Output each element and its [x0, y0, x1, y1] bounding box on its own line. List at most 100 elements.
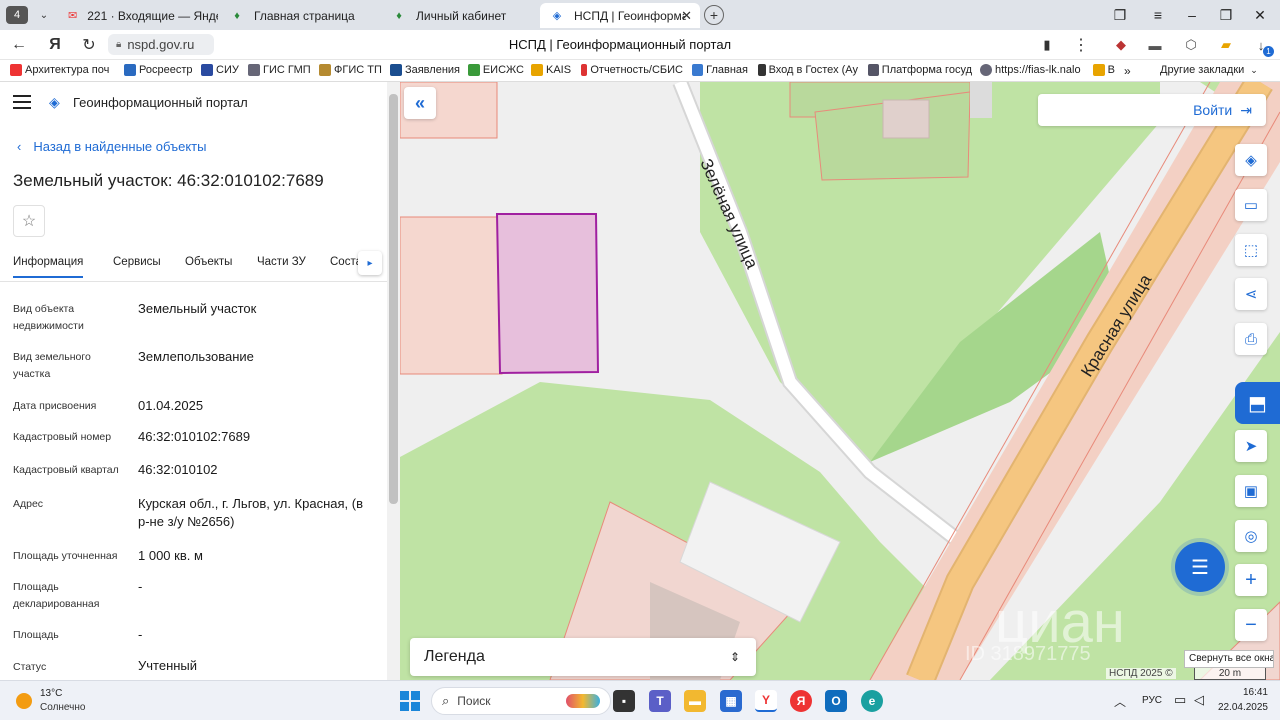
restore-icon[interactable]: ❐	[1214, 5, 1238, 25]
chart-icon	[468, 64, 480, 76]
close-tab-icon[interactable]: ✕	[681, 8, 692, 24]
network-icon[interactable]: ▭	[1174, 692, 1186, 708]
bookmark-item[interactable]: Вход в Гостех (Ау	[758, 64, 858, 76]
bookmarks-overflow[interactable]: »	[1124, 64, 1138, 78]
share-button[interactable]: ⋖	[1235, 278, 1267, 310]
tab-parts[interactable]: Части ЗУ	[257, 256, 306, 268]
folder-icon[interactable]: ▰	[1215, 35, 1237, 55]
bookmark-item[interactable]: Архитектура поч	[10, 64, 118, 76]
extension-icon[interactable]: ▬	[1144, 35, 1166, 55]
tabs-dropdown-icon[interactable]: ⌄	[34, 6, 54, 24]
panel-scrollbar-thumb[interactable]	[389, 94, 398, 504]
collapse-panel-button[interactable]: «	[404, 87, 436, 119]
teams-icon[interactable]: T	[649, 690, 671, 712]
bookmark-item[interactable]: Росреестр	[124, 64, 196, 76]
bookmark-icon[interactable]: ▮	[1036, 35, 1058, 55]
ruler-button[interactable]: ▭	[1235, 189, 1267, 221]
minimize-icon[interactable]: –	[1180, 5, 1204, 25]
bookmark-item[interactable]: ЕИСЖС	[468, 64, 524, 76]
store-icon[interactable]: ▦	[720, 690, 742, 712]
layers-button[interactable]: ◈	[1235, 144, 1267, 176]
language-indicator[interactable]: РУС	[1142, 695, 1162, 706]
reload-icon[interactable]: ↻	[78, 35, 100, 55]
bookmark-item[interactable]: Отчетность/СБИС	[581, 64, 683, 76]
bookmark-item[interactable]: В	[1093, 64, 1115, 76]
yandex-icon[interactable]: Я	[790, 690, 812, 712]
clock-date[interactable]: 22.04.2025	[1214, 702, 1268, 713]
bookmark-item[interactable]: ГИС ГМП	[248, 64, 312, 76]
tabs-scroll-right-button[interactable]: ▸	[358, 251, 382, 275]
url-field[interactable]: 🔒︎ nspd.gov.ru	[108, 34, 214, 55]
bookmark-item[interactable]: KAIS	[531, 64, 573, 76]
field-label: Кадастровый квартал	[13, 464, 119, 476]
more-menu-icon[interactable]: ⋮	[1070, 35, 1092, 55]
map-view[interactable]: Зелёная улица Красная улица циан ID 3189…	[400, 82, 1280, 680]
minus-icon: −	[1245, 613, 1257, 636]
start-icon[interactable]	[400, 691, 420, 711]
chat-button[interactable]: ☰	[1175, 542, 1225, 592]
mail-icon	[531, 64, 543, 76]
back-link[interactable]: ‹ Назад в найденные объекты	[17, 139, 206, 154]
login-button[interactable]: Войти ⇥	[1038, 94, 1266, 126]
clock-time[interactable]: 16:41	[1232, 687, 1268, 698]
select-area-button[interactable]: ⬚	[1235, 234, 1267, 266]
tab-personal-cabinet[interactable]: ♦ Личный кабинет	[382, 3, 538, 28]
tab-mail[interactable]: ✉ 221 · Входящие — Яндекс	[58, 3, 218, 28]
selected-parcel	[495, 213, 600, 375]
bookmark-item[interactable]: Заявления	[390, 64, 460, 76]
tab-objects[interactable]: Объекты	[185, 256, 232, 268]
extension-icon[interactable]: ◆	[1110, 35, 1132, 55]
hamburger-menu-icon[interactable]	[13, 95, 31, 109]
tab-bar: Информация Сервисы Объекты Части ЗУ Сост…	[0, 250, 387, 282]
tab-nspd[interactable]: ◈ НСПД | Геоинформацио ✕	[540, 3, 700, 28]
download-icon[interactable]: ↓ 1	[1250, 35, 1274, 57]
select-area-icon: ⬚	[1243, 242, 1259, 259]
favorite-button[interactable]: ☆	[13, 205, 45, 237]
mail-icon	[1093, 64, 1105, 76]
back-arrow-icon[interactable]: ←	[8, 35, 30, 55]
locate-button[interactable]: ➤	[1235, 430, 1267, 462]
tab-count-badge[interactable]: 4	[6, 6, 28, 24]
zoom-in-button[interactable]: +	[1235, 564, 1267, 596]
bookmark-item[interactable]: ФГИС ТП	[319, 64, 383, 76]
bookmark-item[interactable]: Главная	[692, 64, 748, 76]
bookmark-item[interactable]: Платформа госуд	[868, 64, 972, 76]
task-view-icon[interactable]: ▪	[613, 690, 635, 712]
menu-icon[interactable]: ≡	[1146, 5, 1170, 25]
yandex-icon[interactable]: Я	[44, 35, 66, 55]
search-box[interactable]: ⌕ Поиск	[431, 687, 611, 715]
file-explorer-icon[interactable]: ▬	[684, 690, 706, 712]
tab-information[interactable]: Информация	[13, 256, 84, 278]
print-icon: ⎙	[1244, 330, 1257, 348]
object-title: Земельный участок: 46:32:010102:7689	[13, 171, 324, 190]
volume-icon[interactable]: ◁	[1194, 692, 1204, 708]
field-label: Площадь декларированная	[13, 581, 100, 610]
weather-icon[interactable]	[16, 693, 32, 709]
search-location-button[interactable]: ◎	[1235, 520, 1267, 552]
collections-icon[interactable]: ❐	[1108, 5, 1132, 25]
tab-main-page[interactable]: ♦ Главная страница	[220, 3, 380, 28]
other-bookmarks[interactable]: Другие закладки ⌄	[1160, 64, 1270, 76]
extension-icon[interactable]: ⬡	[1180, 35, 1202, 55]
chevron-down-icon: ⌄	[1250, 64, 1258, 75]
assistant-button[interactable]: ⬒	[1235, 382, 1280, 424]
outlook-icon[interactable]: O	[825, 690, 847, 712]
shield-icon	[758, 64, 766, 76]
edge-icon[interactable]: e	[861, 690, 883, 712]
print-button[interactable]: ⎙	[1235, 323, 1267, 355]
field-label: Дата присвоения	[13, 400, 97, 412]
bookmark-item[interactable]: СИУ	[201, 64, 241, 76]
temperature: 13°C	[40, 688, 63, 699]
yandex-browser-icon[interactable]: Y	[755, 690, 777, 712]
field-label: Вид объекта недвижимости	[13, 303, 84, 332]
legend-panel[interactable]: Легенда ⇕	[410, 638, 756, 676]
zoom-out-button[interactable]: −	[1235, 609, 1267, 641]
close-window-icon[interactable]: ✕	[1248, 5, 1272, 25]
double-chevron-left-icon: «	[414, 92, 425, 113]
bookmark-item[interactable]: https://fias-lk.nalo	[980, 64, 1084, 76]
tab-services[interactable]: Сервисы	[113, 256, 161, 268]
minimap-button[interactable]: ▣	[1235, 475, 1267, 507]
field-label: Площадь уточненная	[13, 550, 118, 562]
new-tab-button[interactable]: +	[704, 5, 724, 25]
chevron-up-icon[interactable]: ︿	[1114, 693, 1126, 710]
